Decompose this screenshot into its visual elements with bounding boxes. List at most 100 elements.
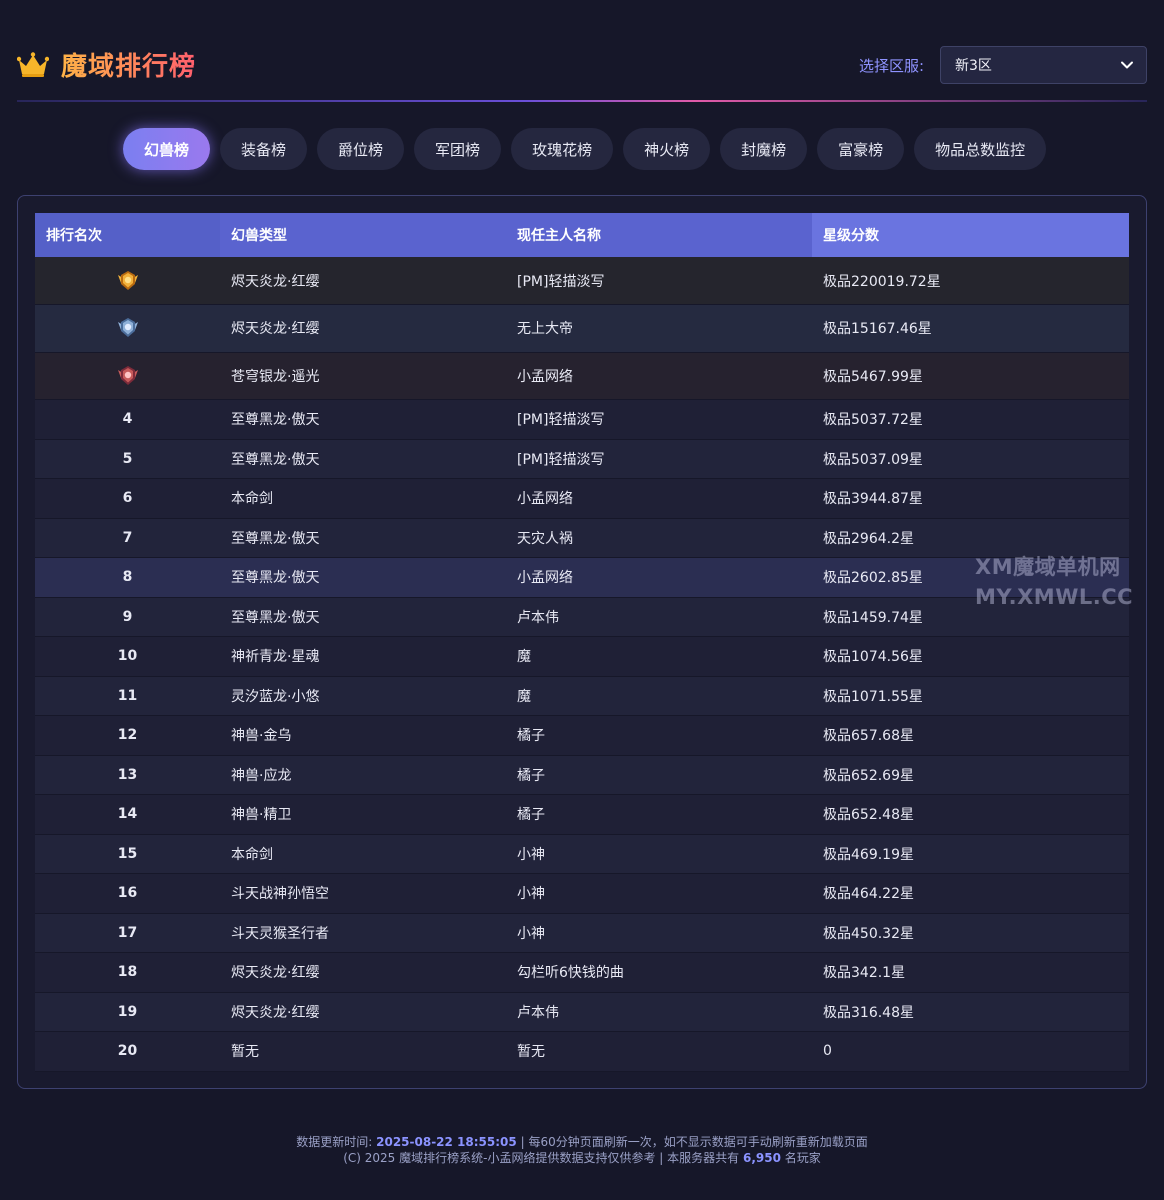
pet-type-cell: 神祈青龙·星魂 xyxy=(220,636,506,677)
tab-8[interactable]: 物品总数监控 xyxy=(914,128,1047,170)
table-header-row: 排行名次 幻兽类型 现任主人名称 星级分数 xyxy=(35,213,1129,257)
pet-type-cell: 烬天炎龙·红缨 xyxy=(220,257,506,305)
owner-cell: 卢本伟 xyxy=(506,992,812,1032)
table-row: 苍穹银龙·遥光 小孟网络 极品5467.99星 xyxy=(35,352,1129,400)
table-row: 烬天炎龙·红缨 无上大帝 极品15167.46星 xyxy=(35,304,1129,353)
owner-cell: 橘子 xyxy=(506,755,812,795)
owner-cell: 小神 xyxy=(506,913,812,953)
watermark-line2: MY.XMWL.CC xyxy=(975,585,1134,609)
table-row: 19 烬天炎龙·红缨 卢本伟 极品316.48星 xyxy=(35,992,1129,1032)
owner-cell: 小孟网络 xyxy=(506,557,812,598)
pet-type-cell: 至尊黑龙·傲天 xyxy=(220,439,506,479)
chevron-down-icon xyxy=(1121,61,1133,69)
score-cell: 极品469.19星 xyxy=(812,834,1129,874)
owner-cell: 暂无 xyxy=(506,1031,812,1072)
pet-type-cell: 斗天战神孙悟空 xyxy=(220,873,506,914)
tab-2[interactable]: 爵位榜 xyxy=(317,128,405,170)
table-row: 7 至尊黑龙·傲天 天灾人祸 极品2964.2星 xyxy=(35,518,1129,558)
tab-1[interactable]: 装备榜 xyxy=(220,128,308,170)
owner-cell: 小孟网络 xyxy=(506,352,812,400)
rank-cell: 19 xyxy=(35,992,220,1032)
owner-cell: 小孟网络 xyxy=(506,478,812,519)
table-row: 16 斗天战神孙悟空 小神 极品464.22星 xyxy=(35,873,1129,914)
rank-cell: 12 xyxy=(35,715,220,756)
rank-cell: 18 xyxy=(35,952,220,993)
ranking-tabs: 幻兽榜 装备榜 爵位榜 军团榜 玫瑰花榜 神火榜 封魔榜 富豪榜 物品总数监控 xyxy=(123,128,1047,170)
server-select[interactable]: 新3区 xyxy=(940,46,1147,84)
page-title: 魔域排行榜 xyxy=(61,46,196,83)
pet-type-cell: 烬天炎龙·红缨 xyxy=(220,992,506,1032)
score-cell: 极品1071.55星 xyxy=(812,676,1129,716)
watermark: XM魔域单机网 MY.XMWL.CC xyxy=(975,552,1133,612)
footer-update-line: 数据更新时间: 2025-08-22 18:55:05 | 每60分钟页面刷新一… xyxy=(0,1134,1164,1150)
rank-cell: 16 xyxy=(35,873,220,914)
table-row: 18 烬天炎龙·红缨 勾栏听6快钱的曲 极品342.1星 xyxy=(35,952,1129,993)
pet-type-cell: 神兽·金乌 xyxy=(220,715,506,756)
rank-cell: 6 xyxy=(35,478,220,519)
pet-type-cell: 烬天炎龙·红缨 xyxy=(220,304,506,353)
rank-cell: 9 xyxy=(35,597,220,637)
pet-type-cell: 至尊黑龙·傲天 xyxy=(220,518,506,558)
footer-player-suffix: 名玩家 xyxy=(784,1151,821,1165)
table-row: 20 暂无 暂无 0 xyxy=(35,1031,1129,1072)
rank-cell: 15 xyxy=(35,834,220,874)
server-select-value: 新3区 xyxy=(955,58,992,74)
ranking-table: 排行名次 幻兽类型 现任主人名称 星级分数 烬天炎龙·红缨 [PM]轻描淡写 极品2… xyxy=(35,213,1129,1072)
score-cell: 极品464.22星 xyxy=(812,873,1129,914)
rank-cell: 8 xyxy=(35,557,220,598)
footer-copyright-line: (C) 2025 魔域排行榜系统-小孟网络提供数据支持仅供参考 | 本服务器共有… xyxy=(0,1150,1164,1166)
score-cell: 极品652.69星 xyxy=(812,755,1129,795)
score-cell: 极品652.48星 xyxy=(812,794,1129,835)
tab-7[interactable]: 富豪榜 xyxy=(817,128,905,170)
owner-cell: 无上大帝 xyxy=(506,304,812,353)
pet-type-cell: 至尊黑龙·傲天 xyxy=(220,557,506,598)
rank-cell: 4 xyxy=(35,399,220,440)
table-row: 12 神兽·金乌 橘子 极品657.68星 xyxy=(35,715,1129,756)
table-row: 6 本命剑 小孟网络 极品3944.87星 xyxy=(35,478,1129,519)
pet-type-cell: 本命剑 xyxy=(220,834,506,874)
owner-cell: 卢本伟 xyxy=(506,597,812,637)
owner-cell: 勾栏听6快钱的曲 xyxy=(506,952,812,993)
footer-player-count: 6,950 xyxy=(742,1151,781,1165)
brand: 魔域排行榜 xyxy=(17,46,196,83)
rank-cell: 10 xyxy=(35,636,220,677)
table-row: 17 斗天灵猴圣行者 小神 极品450.32星 xyxy=(35,913,1129,953)
pet-type-cell: 神兽·应龙 xyxy=(220,755,506,795)
footer-copyright: (C) 2025 魔域排行榜系统-小孟网络提供数据支持仅供参考 | 本服务器共有 xyxy=(343,1151,740,1165)
tab-3[interactable]: 军团榜 xyxy=(414,128,502,170)
rank-cell: 7 xyxy=(35,518,220,558)
owner-cell: 魔 xyxy=(506,676,812,716)
table-row: 烬天炎龙·红缨 [PM]轻描淡写 极品220019.72星 xyxy=(35,257,1129,305)
tab-4[interactable]: 玫瑰花榜 xyxy=(511,128,614,170)
pet-type-cell: 神兽·精卫 xyxy=(220,794,506,835)
footer-update-note: | 每60分钟页面刷新一次，如不显示数据可手动刷新重新加载页面 xyxy=(520,1135,868,1149)
pet-type-cell: 灵汐蓝龙·小悠 xyxy=(220,676,506,716)
tab-0[interactable]: 幻兽榜 xyxy=(123,128,211,170)
watermark-line1: XM魔域单机网 xyxy=(975,555,1121,579)
table-row: 9 至尊黑龙·傲天 卢本伟 极品1459.74星 xyxy=(35,597,1129,637)
page-header: 魔域排行榜 选择区服: 新3区 xyxy=(17,40,1147,100)
score-cell: 极品15167.46星 xyxy=(812,304,1129,353)
tab-6[interactable]: 封魔榜 xyxy=(720,128,808,170)
column-header-owner: 现任主人名称 xyxy=(506,213,812,257)
pet-type-cell: 至尊黑龙·傲天 xyxy=(220,597,506,637)
score-cell: 极品316.48星 xyxy=(812,992,1129,1032)
pet-type-cell: 本命剑 xyxy=(220,478,506,519)
score-cell: 极品450.32星 xyxy=(812,913,1129,953)
owner-cell: [PM]轻描淡写 xyxy=(506,439,812,479)
score-cell: 0 xyxy=(812,1031,1129,1072)
tab-5[interactable]: 神火榜 xyxy=(623,128,711,170)
table-row: 13 神兽·应龙 橘子 极品652.69星 xyxy=(35,755,1129,795)
owner-cell: 橘子 xyxy=(506,715,812,756)
table-row: 8 至尊黑龙·傲天 小孟网络 极品2602.85星 xyxy=(35,557,1129,598)
owner-cell: [PM]轻描淡写 xyxy=(506,399,812,440)
owner-cell: 魔 xyxy=(506,636,812,677)
ranking-panel: 排行名次 幻兽类型 现任主人名称 星级分数 烬天炎龙·红缨 [PM]轻描淡写 极品2… xyxy=(17,195,1147,1089)
footer-update-label: 数据更新时间: xyxy=(296,1135,373,1149)
rank-cell: 11 xyxy=(35,676,220,716)
rank-cell: 14 xyxy=(35,794,220,835)
pet-type-cell: 暂无 xyxy=(220,1031,506,1072)
ranking-page: 魔域排行榜 选择区服: 新3区 幻兽榜 装备榜 爵位榜 军团榜 玫瑰花榜 神火榜 封魔榜 富豪… xyxy=(0,0,1164,1200)
score-cell: 极品5037.09星 xyxy=(812,439,1129,479)
table-row: 10 神祈青龙·星魂魔极品1074.56星 xyxy=(35,636,1129,677)
